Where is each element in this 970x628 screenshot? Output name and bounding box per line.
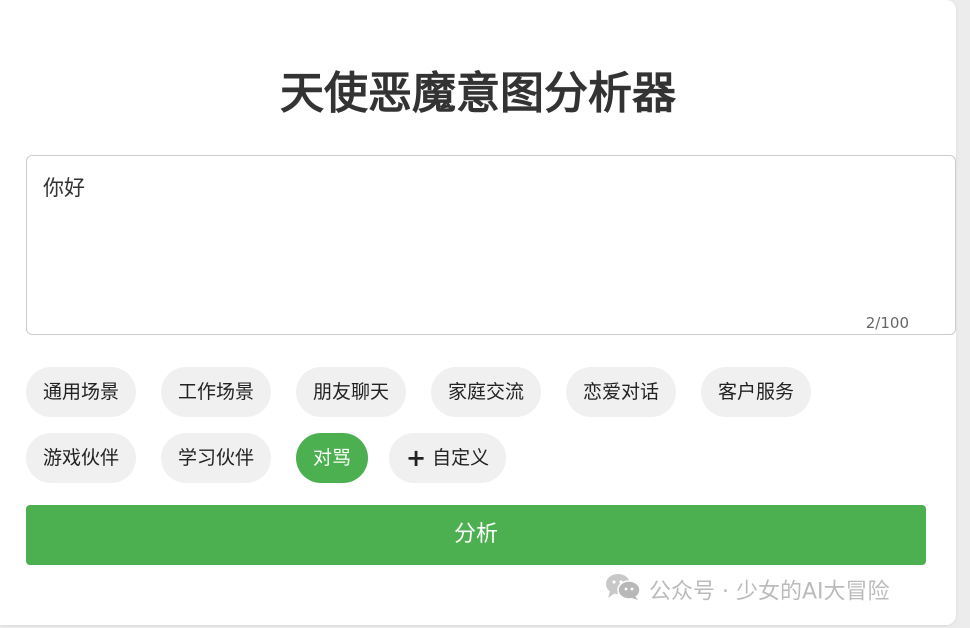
char-counter: 2/100: [865, 314, 909, 332]
scene-chip-family[interactable]: 家庭交流: [431, 367, 542, 417]
scene-chip-friends[interactable]: 朋友聊天: [296, 367, 407, 417]
watermark-text: 公众号 · 少女的AI大冒险: [649, 579, 890, 605]
scene-chip-general[interactable]: 通用场景: [26, 367, 137, 417]
analyzer-card: 天使恶魔意图分析器 你好 2/100 通用场景 工作场景 朋友聊天 家庭交流 恋…: [0, 0, 956, 625]
scene-chip-study[interactable]: 学习伙伴: [161, 433, 272, 483]
message-input[interactable]: 你好 2/100: [26, 155, 956, 335]
custom-scene-label: 自定义: [432, 447, 490, 469]
scene-chip-customer-service[interactable]: 客户服务: [701, 367, 812, 417]
scene-chip-gaming[interactable]: 游戏伙伴: [26, 433, 137, 483]
scene-chip-argue[interactable]: 对骂: [296, 433, 369, 483]
wechat-icon: [605, 573, 641, 612]
custom-scene-button[interactable]: + 自定义: [389, 433, 507, 483]
page-title: 天使恶魔意图分析器: [280, 68, 676, 119]
analyze-button[interactable]: 分析: [26, 505, 926, 565]
plus-icon: +: [406, 444, 427, 472]
watermark: 公众号 · 少女的AI大冒险: [605, 573, 890, 607]
message-input-value[interactable]: 你好: [43, 172, 85, 202]
scene-chip-work[interactable]: 工作场景: [161, 367, 272, 417]
scene-chip-romance[interactable]: 恋爱对话: [566, 367, 677, 417]
